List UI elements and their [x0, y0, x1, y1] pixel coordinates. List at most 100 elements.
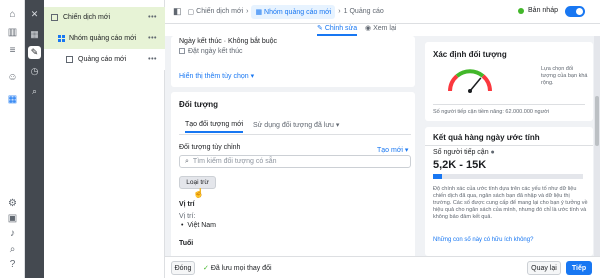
- show-more-options-link[interactable]: Hiển thị thêm tùy chọn ▾: [179, 72, 254, 80]
- close-icon[interactable]: ✕: [28, 8, 41, 21]
- schedule-card: Ngày kết thúc · Không bắt buộc Đặt ngày …: [171, 36, 415, 87]
- smiley-icon[interactable]: ☺: [5, 71, 20, 84]
- bell-icon[interactable]: ♪: [5, 227, 20, 240]
- estimates-panel: Xác định đối tượng Lựa chọn đối tượng củ…: [419, 36, 600, 256]
- divider: [425, 145, 593, 146]
- more-icon[interactable]: •••: [148, 35, 157, 42]
- check-icon: ✓: [203, 265, 211, 272]
- scrollbar-thumb[interactable]: [595, 96, 599, 146]
- notification-icon[interactable]: ▣: [5, 212, 20, 225]
- tab-edit[interactable]: ✎ Chỉnh sửa: [317, 24, 358, 36]
- eye-icon: ◉: [365, 25, 374, 32]
- breadcrumb-campaign[interactable]: Chiến dịch mới: [196, 8, 243, 15]
- chevron-right-icon: ›: [338, 8, 341, 15]
- gauge-note: Lựa chọn đối tượng của bạn khá rộng.: [541, 66, 588, 86]
- reach-bar-fill: [433, 174, 442, 179]
- editor-toolstrip: ✕ ▦ ✎ ◷ ⌕: [25, 0, 44, 278]
- daily-results-card: Kết quả hàng ngày ước tính Số người tiếp…: [425, 127, 593, 256]
- tree-item-ad[interactable]: Quảng cáo mới •••: [44, 49, 165, 70]
- top-bar: ◧ ▢ Chiến dịch mới › ▦ Nhóm quảng cáo mớ…: [165, 0, 600, 24]
- save-status: ✓ Đã lưu mọi thay đổi: [203, 264, 272, 272]
- scrollbar[interactable]: [594, 36, 600, 256]
- main-content: Ngày kết thúc · Không bắt buộc Đặt ngày …: [165, 36, 419, 256]
- audience-definition-card: Xác định đối tượng Lựa chọn đối tượng củ…: [425, 42, 593, 121]
- chart-icon[interactable]: ▥: [5, 26, 20, 39]
- divider: [179, 134, 411, 135]
- end-date-checkbox[interactable]: Đặt ngày kết thúc: [179, 48, 242, 55]
- breadcrumb-ad[interactable]: 1 Quảng cáo: [344, 8, 384, 15]
- tab-view-label: Xem lại: [373, 25, 397, 32]
- campaign-tree: Chiến dịch mới ••• Nhóm quảng cáo mới ••…: [44, 0, 165, 278]
- checkbox-icon: [179, 48, 185, 54]
- info-icon[interactable]: ●: [491, 149, 495, 156]
- adset-icon: [58, 35, 65, 42]
- publish-toggle[interactable]: [565, 6, 585, 17]
- status-badge: Bản nháp: [518, 7, 558, 14]
- create-new-dropdown[interactable]: Tạo mới ▾: [377, 146, 408, 154]
- pencil-icon: ✎: [317, 25, 325, 32]
- potential-reach: Số người tiếp cận tiềm năng: 62.000.000 …: [433, 109, 550, 115]
- custom-audience-label: Đối tượng tùy chỉnh: [179, 144, 241, 151]
- tree-item-adset[interactable]: Nhóm quảng cáo mới •••: [44, 28, 165, 49]
- location-value: • Việt Nam: [181, 222, 216, 229]
- location-value-text: Việt Nam: [187, 222, 217, 229]
- tab-create-audience[interactable]: Tạo đối tượng mới: [185, 121, 244, 133]
- reach-bar: [433, 174, 583, 179]
- tree-item-label: Chiến dịch mới: [63, 14, 110, 21]
- more-icon[interactable]: •••: [148, 56, 157, 63]
- folder-icon: [51, 14, 58, 21]
- tree-item-label: Quảng cáo mới: [78, 56, 127, 63]
- adset-icon: ▦: [255, 8, 265, 16]
- edit-view-tabs: ✎ Chỉnh sửa ◉ Xem lại: [165, 24, 600, 36]
- next-button[interactable]: Tiếp: [566, 261, 592, 275]
- search-placeholder: Tìm kiếm đối tượng có sẵn: [192, 158, 277, 165]
- breadcrumb-adset-label: Nhóm quảng cáo mới: [264, 8, 332, 16]
- tab-view[interactable]: ◉ Xem lại: [365, 24, 396, 36]
- tree-item-campaign[interactable]: Chiến dịch mới •••: [44, 7, 165, 28]
- menu-icon[interactable]: ≡: [5, 44, 20, 57]
- age-title: Tuổi: [179, 240, 194, 247]
- footer-bar: Đóng ✓ Đã lưu mọi thay đổi Quay lại Tiếp: [165, 256, 600, 278]
- tab-saved-audience[interactable]: Sử dụng đối tượng đã lưu ▾: [253, 121, 339, 129]
- reach-label: Số người tiếp cận ●: [433, 149, 495, 156]
- back-button[interactable]: Quay lại: [527, 261, 561, 275]
- panel-toggle-icon[interactable]: ◧: [173, 6, 182, 17]
- daily-title: Kết quả hàng ngày ước tính: [433, 133, 540, 142]
- definition-title: Xác định đối tượng: [433, 50, 507, 59]
- search-icon[interactable]: ⌕: [5, 243, 20, 256]
- audience-card: Đối tượng Tạo đối tượng mới Sử dụng đối …: [171, 92, 415, 256]
- help-icon[interactable]: ?: [5, 258, 20, 271]
- audience-title: Đối tượng: [179, 100, 219, 109]
- tree-item-label: Nhóm quảng cáo mới: [69, 35, 137, 42]
- search-icon[interactable]: ⌕: [28, 85, 41, 98]
- save-status-label: Đã lưu mọi thay đổi: [210, 265, 272, 272]
- end-date-label: Ngày kết thúc · Không bắt buộc: [179, 38, 278, 45]
- status-dot: [518, 7, 525, 14]
- settings-icon[interactable]: ⚙: [5, 197, 20, 210]
- estimate-note: Độ chính xác của ước tính dựa trên các y…: [433, 186, 588, 220]
- reach-label-text: Số người tiếp cận: [433, 149, 489, 156]
- cursor-hand-icon: ☝: [193, 188, 205, 198]
- chevron-right-icon: ›: [246, 8, 249, 15]
- more-icon[interactable]: •••: [148, 14, 157, 21]
- clock-icon[interactable]: ◷: [28, 65, 41, 78]
- audience-search-input[interactable]: ⌕ Tìm kiếm đối tượng có sẵn: [179, 155, 411, 168]
- folder-icon: ▢: [187, 8, 195, 16]
- end-date-checkbox-label: Đặt ngày kết thúc: [188, 48, 243, 55]
- close-button[interactable]: Đóng: [171, 261, 195, 275]
- location-label: Vị trí:: [179, 213, 196, 220]
- breadcrumb: ▢ Chiến dịch mới › ▦ Nhóm quảng cáo mới …: [187, 4, 384, 19]
- helpful-link[interactable]: Những con số này có hữu ích không?: [433, 237, 533, 243]
- breadcrumb-adset[interactable]: ▦ Nhóm quảng cáo mới: [251, 4, 336, 19]
- status-label: Bản nháp: [528, 7, 558, 14]
- edit-icon[interactable]: ✎: [28, 46, 41, 59]
- ad-icon: [66, 56, 73, 63]
- search-icon: ⌕: [185, 157, 189, 165]
- home-icon[interactable]: ⌂: [5, 8, 20, 21]
- grid-icon[interactable]: ▦: [28, 28, 41, 41]
- table-icon[interactable]: ▦: [5, 93, 20, 106]
- divider: [433, 104, 585, 105]
- global-nav-rail: ⌂ ▥ ≡ ☺ ▦ ⚙ ▣ ♪ ⌕ ?: [0, 0, 25, 278]
- tab-edit-label: Chỉnh sửa: [324, 25, 358, 32]
- location-title: Vị trí: [179, 201, 195, 208]
